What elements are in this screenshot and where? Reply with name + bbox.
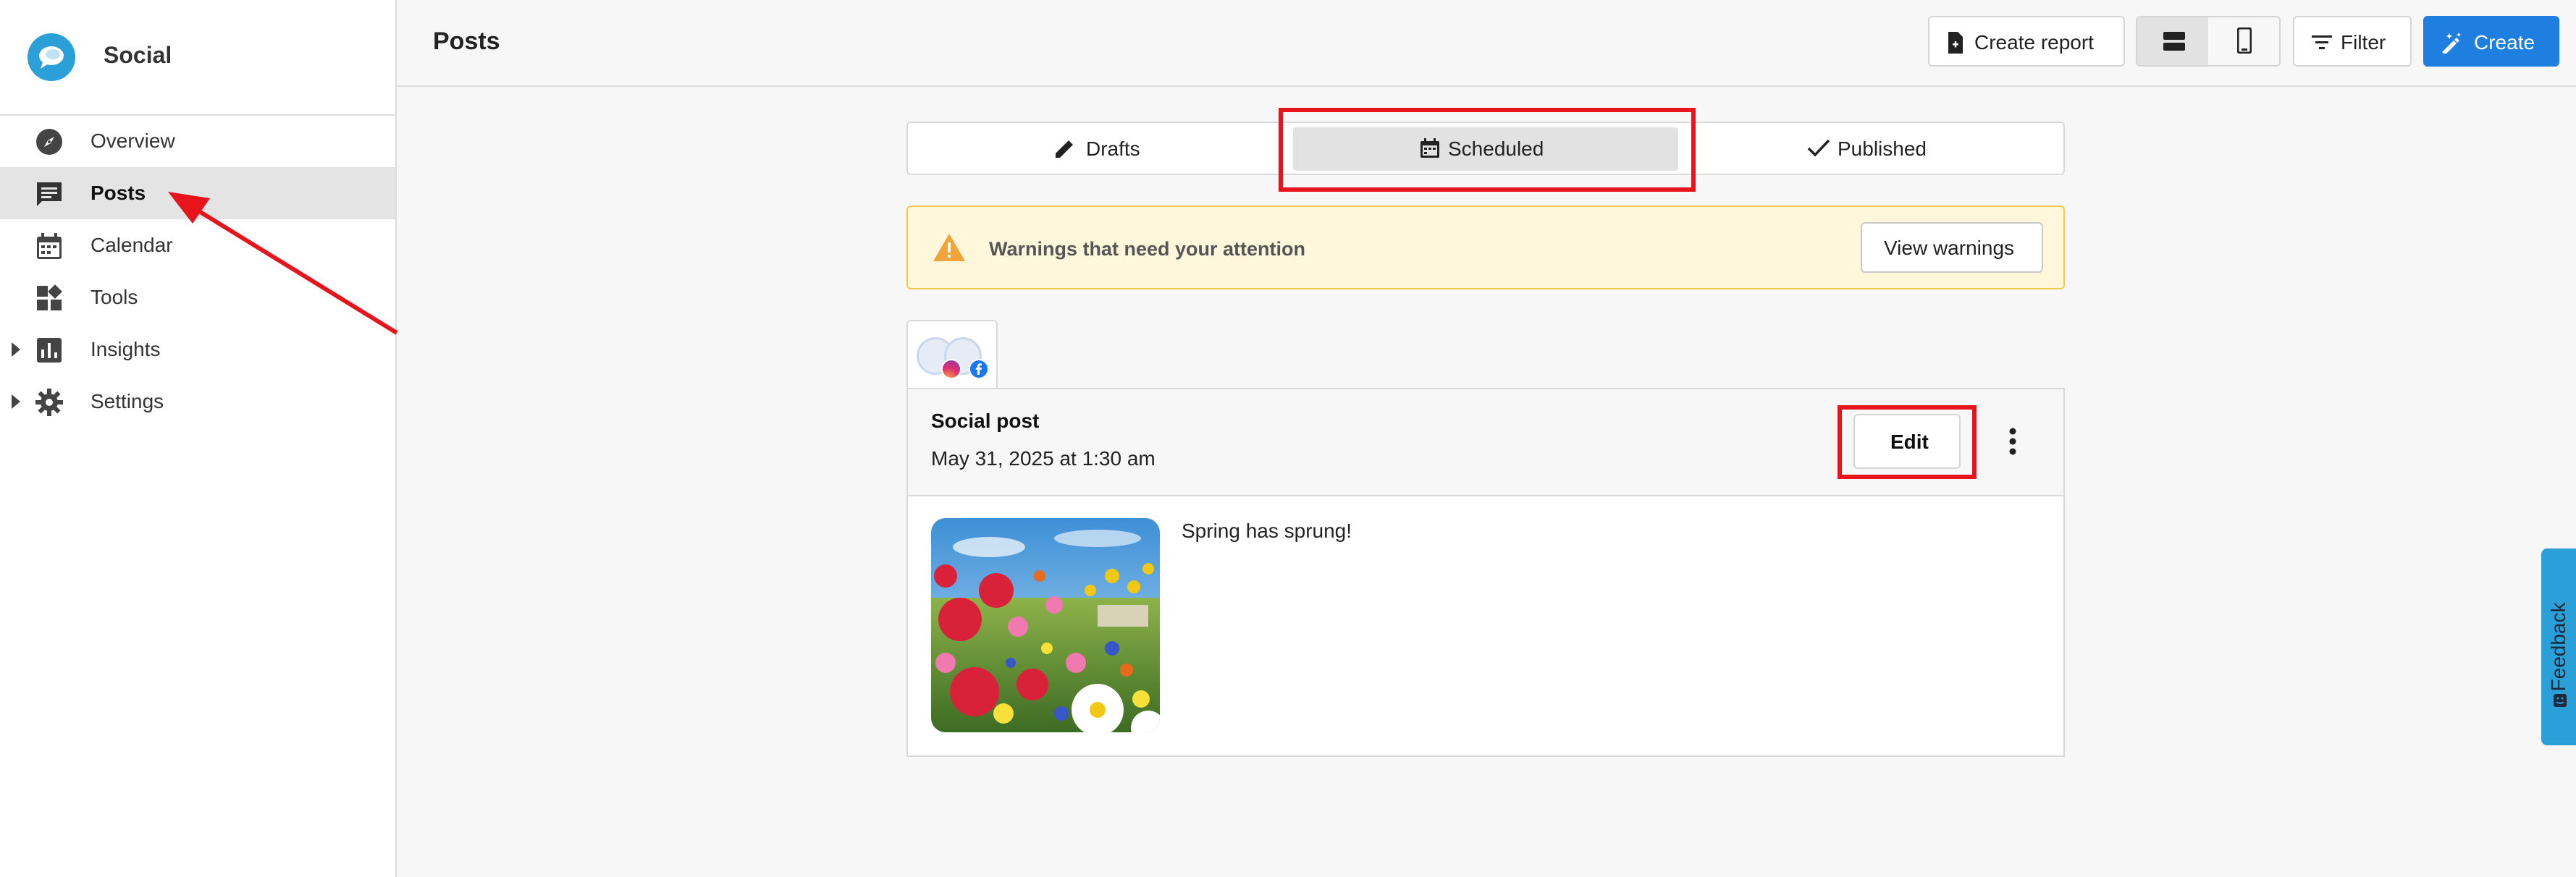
posts-icon [37, 182, 62, 206]
sidebar-item-label: Insights [91, 338, 161, 360]
post-status-tabs: Drafts Scheduled Published [906, 122, 2065, 175]
post-scheduled-date: May 31, 2025 at 1:30 am [931, 447, 1156, 470]
document-plus-icon [1948, 32, 1963, 54]
tab-drafts[interactable]: Drafts [908, 123, 1293, 174]
sidebar-item-label: Calendar [91, 234, 173, 256]
pencil-icon [1056, 140, 1073, 158]
tab-scheduled[interactable]: Scheduled [1293, 123, 1678, 174]
mobile-view-button[interactable] [2208, 17, 2279, 65]
create-report-label: Create report [1974, 31, 2094, 54]
sidebar-item-insights[interactable]: Insights [0, 323, 395, 376]
expand-caret-icon[interactable] [12, 394, 20, 409]
insights-icon [37, 338, 62, 363]
tab-label: Scheduled [1448, 137, 1544, 160]
feedback-smile-icon [2554, 694, 2567, 707]
magic-wand-icon [2442, 33, 2461, 54]
tab-label: Drafts [1086, 137, 1140, 160]
feedback-tab[interactable]: Feedback [2541, 548, 2576, 745]
sidebar-item-label: Posts [91, 182, 146, 204]
feedback-label: Feedback [2547, 602, 2569, 692]
sidebar-item-posts[interactable]: Posts [0, 167, 395, 219]
filter-label: Filter [2341, 31, 2386, 54]
create-report-button[interactable]: Create report [1928, 16, 2125, 67]
sidebar-item-tools[interactable]: Tools [0, 271, 395, 323]
flower-field-image [931, 518, 1160, 732]
phone-icon [2237, 27, 2252, 54]
filter-icon [2312, 35, 2332, 49]
sidebar-item-label: Settings [91, 390, 164, 412]
view-warnings-label: View warnings [1884, 237, 2015, 259]
sidebar: Social Overview Posts Calendar Tools Ins… [0, 0, 397, 877]
check-icon [1807, 139, 1830, 157]
warning-banner: Warnings that need your attention View w… [906, 206, 2065, 289]
page-header: Posts Create report Filter Create [397, 0, 2576, 87]
brand-name: Social [104, 42, 172, 68]
page-title: Posts [433, 27, 500, 55]
sidebar-item-settings[interactable]: Settings [0, 376, 395, 428]
calendar-icon [1420, 138, 1439, 158]
view-warnings-button[interactable]: View warnings [1861, 222, 2043, 273]
network-avatars[interactable] [906, 320, 998, 389]
sidebar-item-overview[interactable]: Overview [0, 115, 395, 167]
post-text: Spring has sprung! [1182, 520, 1352, 542]
filter-button[interactable]: Filter [2293, 16, 2412, 67]
more-options-icon[interactable] [2000, 425, 2026, 457]
brand-header: Social [0, 0, 395, 116]
create-label: Create [2474, 31, 2535, 54]
create-button[interactable]: Create [2423, 16, 2559, 67]
sidebar-item-label: Overview [91, 130, 175, 152]
post-header: Social post May 31, 2025 at 1:30 am Edit [908, 389, 2063, 496]
post-card: Social post May 31, 2025 at 1:30 am Edit [906, 388, 2065, 757]
gear-icon [35, 389, 63, 416]
list-view-button[interactable] [2137, 17, 2208, 65]
tab-label: Published [1838, 137, 1927, 160]
compass-icon [36, 129, 62, 155]
edit-label: Edit [1890, 431, 1929, 453]
tools-icon [37, 284, 62, 310]
calendar-icon [37, 233, 62, 259]
sidebar-item-calendar[interactable]: Calendar [0, 219, 395, 271]
instagram-icon [941, 359, 961, 379]
warning-message: Warnings that need your attention [989, 238, 1306, 260]
list-view-icon [2163, 32, 2185, 51]
post-type: Social post [931, 410, 1040, 432]
edit-button[interactable]: Edit [1853, 414, 1961, 469]
brand-logo-icon[interactable] [28, 33, 75, 81]
view-toggle-group [2136, 16, 2281, 67]
facebook-icon [969, 359, 989, 379]
post-image[interactable] [931, 518, 1160, 732]
sidebar-item-label: Tools [91, 286, 138, 308]
tab-published[interactable]: Published [1678, 123, 2063, 174]
warning-icon [933, 234, 965, 261]
expand-caret-icon[interactable] [12, 342, 20, 357]
